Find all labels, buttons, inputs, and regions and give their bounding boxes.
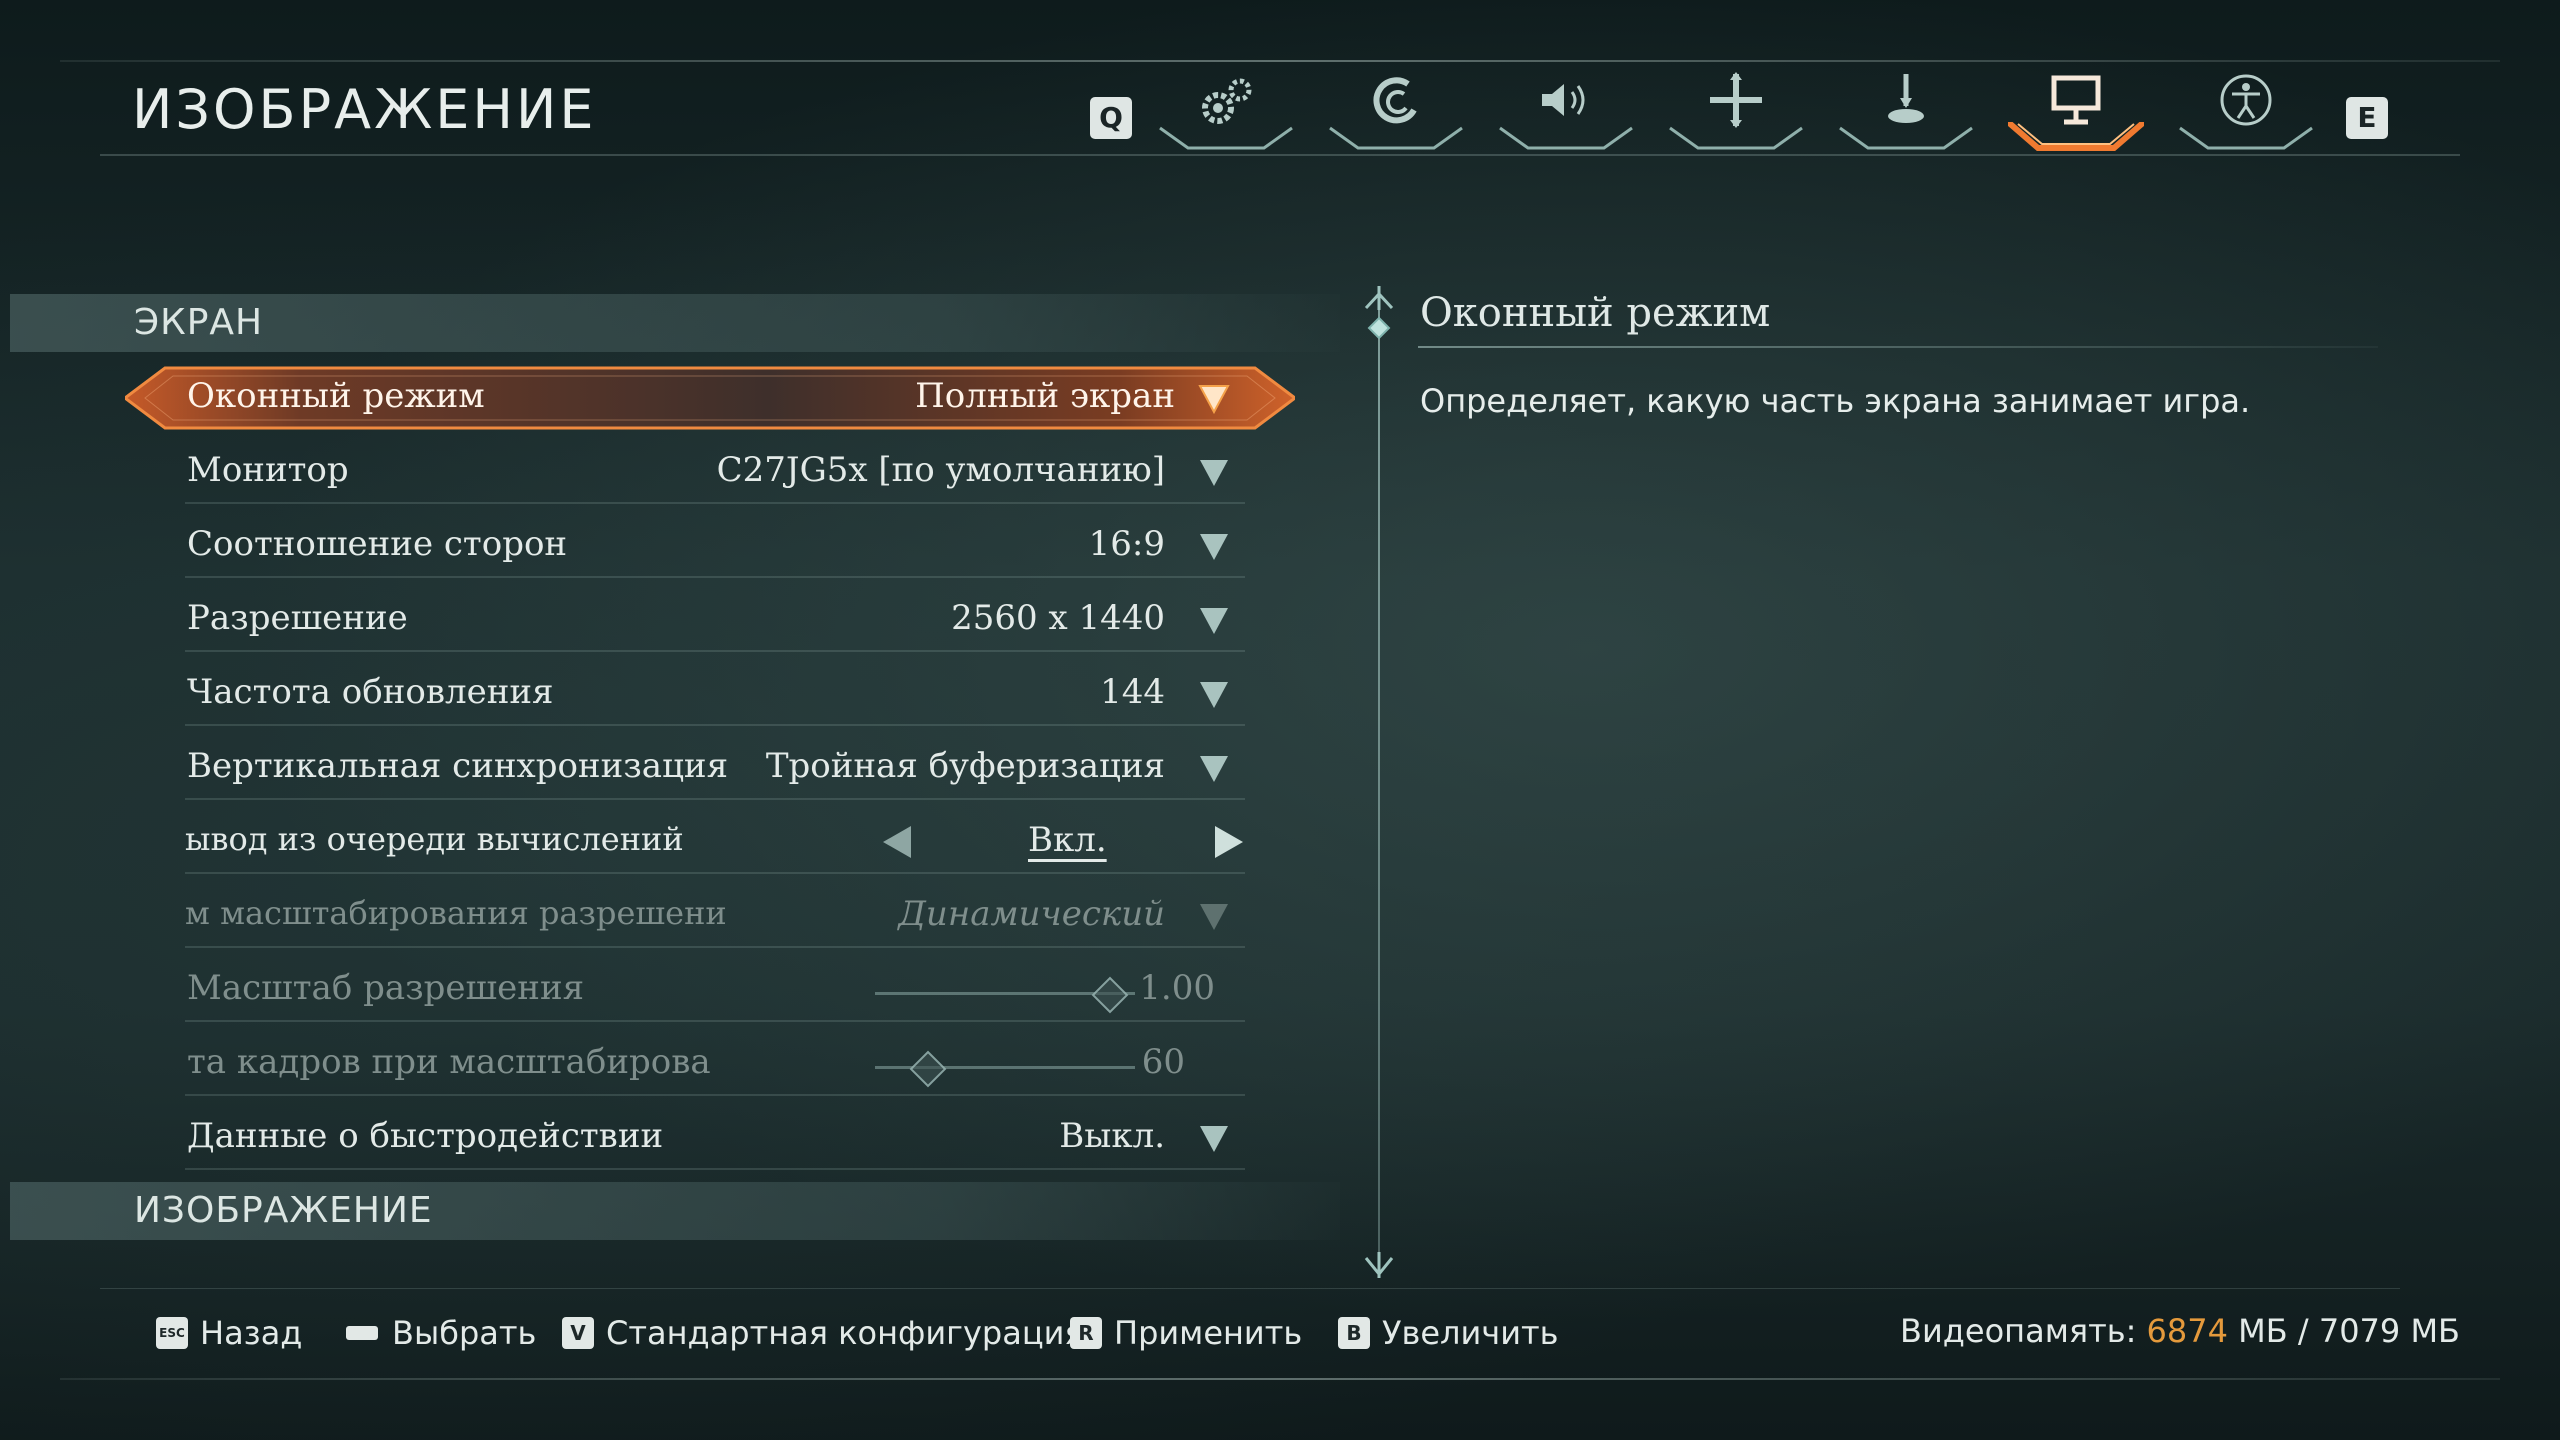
setting-label: Данные о быстродействии (187, 1116, 664, 1156)
hint-select[interactable]: ▬ Выбрать (344, 1312, 536, 1356)
esc-key-icon: ESC (156, 1317, 188, 1349)
setting-value: 16:9 (1088, 524, 1165, 564)
setting-value: Тройная буферизация (765, 746, 1165, 786)
setting-window-mode[interactable]: Оконный режим Полный экран (125, 366, 1295, 430)
hint-zoom[interactable]: B Увеличить (1338, 1312, 1559, 1356)
gears-icon (1158, 70, 1294, 134)
tab-interface[interactable] (1668, 66, 1804, 158)
setting-resolution-scale: Масштаб разрешения 1.00 (185, 958, 1245, 1022)
prev-tab-key[interactable]: Q (1090, 97, 1132, 139)
section-title: ИЗОБРАЖЕНИЕ (134, 1190, 433, 1231)
setting-label: Оконный режим (187, 376, 485, 416)
setting-monitor[interactable]: Монитор C27JG5x [по умолчанию] (185, 440, 1245, 504)
v-key-icon: V (562, 1317, 594, 1349)
next-tab-key[interactable]: E (2346, 97, 2388, 139)
vram-total: МБ / 7079 МБ (2238, 1312, 2460, 1350)
section-title: ЭКРАН (134, 302, 264, 343)
setting-label: м масштабирования разрешени (185, 894, 727, 932)
setting-value: 1.00 (1139, 968, 1215, 1008)
setting-label: Монитор (187, 450, 349, 490)
setting-label: Разрешение (187, 598, 408, 638)
hint-label: Назад (200, 1314, 303, 1352)
setting-refresh-rate[interactable]: Частота обновления 144 (185, 662, 1245, 726)
section-header-image: ИЗОБРАЖЕНИЕ (10, 1182, 1340, 1240)
setting-label: Соотношение сторон (187, 524, 568, 564)
dropdown-arrow-icon[interactable] (1197, 530, 1231, 564)
dropdown-arrow-icon[interactable] (1197, 1122, 1231, 1156)
dropdown-arrow-icon[interactable] (1197, 456, 1231, 490)
hint-label: Применить (1114, 1314, 1303, 1352)
dropdown-arrow-icon[interactable] (1197, 678, 1231, 712)
hint-apply[interactable]: R Применить (1070, 1312, 1302, 1356)
setting-value: Вкл. (1028, 820, 1107, 860)
setting-value: 144 (1100, 672, 1165, 712)
divider-ornament-top-icon (1364, 286, 1394, 340)
tab-game[interactable] (1158, 66, 1294, 158)
monitor-icon (2008, 70, 2144, 134)
description-title-underline (1418, 346, 2378, 348)
hint-label: Выбрать (392, 1314, 537, 1352)
joystick-icon (1838, 70, 1974, 134)
setting-value: Динамический (898, 894, 1165, 934)
hint-default-config[interactable]: V Стандартная конфигурация (562, 1312, 1084, 1356)
setting-upscaling-framerate: та кадров при масштабирова 60 (185, 1032, 1245, 1096)
accessibility-icon (2178, 70, 2314, 134)
setting-value: C27JG5x [по умолчанию] (716, 450, 1165, 490)
setting-label: Вертикальная синхронизация (187, 746, 729, 786)
speaker-icon (1498, 70, 1634, 134)
vram-usage: Видеопамять: 6874 МБ / 7079 МБ (1900, 1312, 2460, 1350)
hint-label: Стандартная конфигурация (606, 1314, 1084, 1352)
tab-controls[interactable] (1328, 66, 1464, 158)
frame-top-line (60, 60, 2500, 62)
tab-controller[interactable] (1838, 66, 1974, 158)
section-header-screen: ЭКРАН (10, 294, 1340, 352)
setting-label: Масштаб разрешения (187, 968, 585, 1008)
panel-divider (1378, 300, 1380, 1270)
setting-resolution[interactable]: Разрешение 2560 x 1440 (185, 588, 1245, 652)
setting-label: ывод из очереди вычислений (185, 820, 684, 858)
tab-display[interactable] (2008, 66, 2144, 158)
swirl-icon (1328, 70, 1464, 134)
hint-back[interactable]: ESC Назад (156, 1312, 302, 1356)
divider-ornament-bottom-icon (1364, 1252, 1394, 1278)
setting-value: 2560 x 1440 (951, 598, 1165, 638)
toggle-right-arrow-icon[interactable] (1215, 826, 1243, 858)
r-key-icon: R (1070, 1317, 1102, 1349)
vram-label: Видеопамять: (1900, 1312, 2137, 1350)
setting-label: Частота обновления (187, 672, 554, 712)
hint-label: Увеличить (1382, 1314, 1559, 1352)
dropdown-arrow-icon[interactable] (1197, 752, 1231, 786)
setting-value: Выкл. (1059, 1116, 1165, 1156)
description-title: Оконный режим (1420, 290, 1771, 336)
tab-audio[interactable] (1498, 66, 1634, 158)
setting-upscaling-mode: м масштабирования разрешени Динамический (185, 884, 1245, 948)
dropdown-arrow-icon[interactable] (1197, 382, 1231, 416)
tab-accessibility[interactable] (2178, 66, 2314, 158)
description-text: Определяет, какую часть экрана занимает … (1420, 382, 2251, 420)
dropdown-arrow-icon (1200, 904, 1228, 930)
setting-value: 60 (1141, 1042, 1185, 1082)
frame-bottom-line (60, 1378, 2500, 1380)
setting-label: та кадров при масштабирова (187, 1042, 711, 1082)
crosshair-icon (1668, 70, 1804, 134)
spacebar-key-icon: ▬ (344, 1317, 380, 1349)
footer-divider (100, 1288, 2400, 1289)
slider-knob (1091, 976, 1129, 1014)
setting-async-compute[interactable]: ывод из очереди вычислений Вкл. (185, 810, 1245, 874)
vram-used: 6874 (2146, 1312, 2228, 1350)
dropdown-arrow-icon[interactable] (1197, 604, 1231, 638)
setting-vsync[interactable]: Вертикальная синхронизация Тройная буфер… (185, 736, 1245, 800)
setting-performance-data[interactable]: Данные о быстродействии Выкл. (185, 1106, 1245, 1170)
toggle-left-arrow-icon[interactable] (883, 826, 911, 858)
page-title: ИЗОБРАЖЕНИЕ (132, 78, 597, 141)
slider-knob (909, 1050, 947, 1088)
setting-value: Полный экран (915, 376, 1175, 416)
b-key-icon: B (1338, 1317, 1370, 1349)
setting-aspect-ratio[interactable]: Соотношение сторон 16:9 (185, 514, 1245, 578)
